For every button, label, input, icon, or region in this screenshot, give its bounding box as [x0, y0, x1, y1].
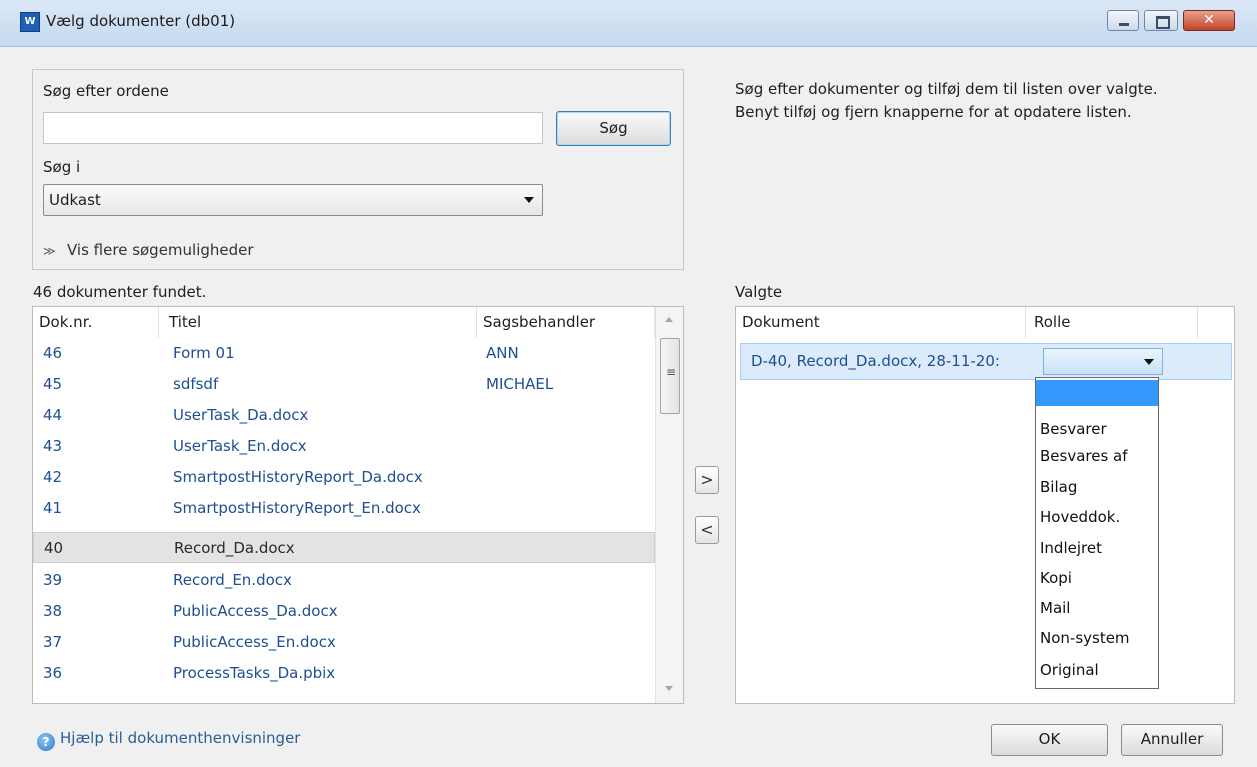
dropdown-arrow-icon [1144, 359, 1154, 365]
table-row[interactable]: 41 SmartpostHistoryReport_En.docx [33, 493, 655, 524]
cell-title: UserTask_En.docx [173, 437, 307, 455]
minimize-button[interactable] [1107, 10, 1139, 31]
role-option[interactable]: Kopi [1036, 563, 1158, 594]
cell-doknr: 44 [43, 406, 63, 424]
cell-doknr: 39 [43, 571, 63, 589]
search-panel: Søg efter ordene Søg Søg i Udkast ≫ Vis f… [32, 69, 684, 270]
help-link[interactable]: ? Hjælp til dokumenthenvisninger [37, 729, 300, 751]
scroll-up-icon[interactable] [665, 317, 673, 322]
instructions-line-1: Søg efter dokumenter og tilføj dem til l… [735, 80, 1158, 98]
instructions-text: Søg efter dokumenter og tilføj dem til l… [735, 78, 1225, 124]
role-option[interactable]: Hoveddok. [1036, 502, 1158, 533]
cell-handler: MICHAEL [486, 375, 554, 393]
selected-row[interactable]: D-40, Record_Da.docx, 28-11-20: [740, 343, 1232, 380]
cell-doknr: 38 [43, 602, 63, 620]
table-row[interactable]: 43 UserTask_En.docx [33, 431, 655, 462]
role-option[interactable]: Non-system [1036, 623, 1158, 654]
help-link-label: Hjælp til dokumenthenvisninger [60, 729, 301, 747]
search-in-value: Udkast [49, 191, 101, 209]
dialog-window: W Vælg dokumenter (db01) ✕ Søg efter ord… [0, 0, 1257, 767]
vertical-scrollbar[interactable] [655, 307, 683, 703]
cell-title: Form 01 [173, 344, 235, 362]
table-row[interactable]: 45 sdfsdf MICHAEL [33, 369, 655, 400]
cell-doknr: 46 [43, 344, 63, 362]
more-search-options-toggle[interactable]: ≫ Vis flere søgemuligheder [43, 241, 254, 259]
scroll-down-icon[interactable] [665, 686, 673, 691]
role-option-blank[interactable] [1036, 380, 1158, 406]
search-in-select[interactable]: Udkast [43, 184, 543, 216]
table-row-selected[interactable]: 40 Record_Da.docx [33, 532, 655, 563]
cell-title: SmartpostHistoryReport_En.docx [173, 499, 421, 517]
table-row[interactable]: 42 SmartpostHistoryReport_Da.docx [33, 462, 655, 493]
cell-title: ProcessTasks_Da.pbix [173, 664, 336, 682]
table-row[interactable]: 39 Record_En.docx [33, 565, 655, 596]
add-to-selected-button[interactable]: > [695, 466, 719, 494]
cell-doknr: 45 [43, 375, 63, 393]
role-option[interactable]: Bilag [1036, 472, 1158, 503]
column-header-rolle[interactable]: Rolle [1028, 307, 1198, 338]
cancel-button[interactable]: Annuller [1121, 724, 1223, 756]
results-count: 46 dokumenter fundet. [33, 283, 207, 301]
role-option[interactable]: Mail [1036, 593, 1158, 624]
search-button[interactable]: Søg [556, 111, 671, 146]
search-in-label: Søg i [43, 158, 81, 176]
role-option[interactable]: Indlejret [1036, 533, 1158, 564]
cell-title: sdfsdf [173, 375, 219, 393]
scrollbar-thumb[interactable] [660, 338, 680, 414]
cell-doknr: 42 [43, 468, 63, 486]
instructions-line-2: Benyt tilføj og fjern knapperne for at o… [735, 103, 1132, 121]
role-select[interactable] [1043, 348, 1163, 375]
document-results-list[interactable]: Dok.nr. Titel Sagsbehandler 46 Form 01 A… [32, 306, 684, 704]
column-header-doknr[interactable]: Dok.nr. [33, 307, 159, 338]
search-words-input[interactable] [43, 112, 543, 144]
column-header-titel[interactable]: Titel [163, 307, 477, 338]
cell-title: UserTask_Da.docx [173, 406, 309, 424]
role-dropdown-menu[interactable]: Besvarer Besvares af Bilag Hoveddok. Ind… [1035, 377, 1159, 689]
maximize-button[interactable] [1144, 10, 1178, 31]
column-header-dokument[interactable]: Dokument [736, 307, 1026, 338]
selected-document-cell: D-40, Record_Da.docx, 28-11-20: [751, 352, 1000, 370]
table-row[interactable]: 37 PublicAccess_En.docx [33, 627, 655, 658]
title-bar[interactable]: W Vælg dokumenter (db01) ✕ [0, 0, 1257, 47]
cell-doknr: 36 [43, 664, 63, 682]
help-icon: ? [37, 733, 55, 751]
cell-doknr: 40 [44, 539, 64, 557]
cell-doknr: 41 [43, 499, 63, 517]
cell-title: SmartpostHistoryReport_Da.docx [173, 468, 423, 486]
remove-from-selected-button[interactable]: < [695, 516, 719, 544]
word-app-icon: W [20, 12, 40, 32]
cell-handler: ANN [486, 344, 519, 362]
selected-documents-list[interactable]: Dokument Rolle D-40, Record_Da.docx, 28-… [735, 306, 1235, 704]
search-words-label: Søg efter ordene [43, 82, 169, 100]
close-button[interactable]: ✕ [1183, 10, 1235, 31]
cell-title: Record_Da.docx [174, 539, 295, 557]
table-row[interactable]: 46 Form 01 ANN [33, 338, 655, 369]
role-option[interactable]: Besvares af [1036, 441, 1158, 472]
ok-button[interactable]: OK [991, 724, 1108, 756]
cell-doknr: 43 [43, 437, 63, 455]
double-chevron-down-icon: ≫ [43, 244, 56, 258]
cell-title: Record_En.docx [173, 571, 292, 589]
table-row[interactable]: 38 PublicAccess_Da.docx [33, 596, 655, 627]
cell-title: PublicAccess_En.docx [173, 633, 336, 651]
column-header-sagsbehandler[interactable]: Sagsbehandler [477, 307, 655, 338]
window-title: Vælg dokumenter (db01) [46, 12, 236, 30]
table-row[interactable]: 44 UserTask_Da.docx [33, 400, 655, 431]
dropdown-arrow-icon [524, 197, 534, 203]
cell-doknr: 37 [43, 633, 63, 651]
role-option[interactable]: Original [1036, 655, 1158, 686]
cell-title: PublicAccess_Da.docx [173, 602, 338, 620]
more-search-options-label: Vis flere søgemuligheder [67, 241, 254, 259]
table-row[interactable]: 36 ProcessTasks_Da.pbix [33, 658, 655, 689]
selected-list-label: Valgte [735, 283, 783, 301]
